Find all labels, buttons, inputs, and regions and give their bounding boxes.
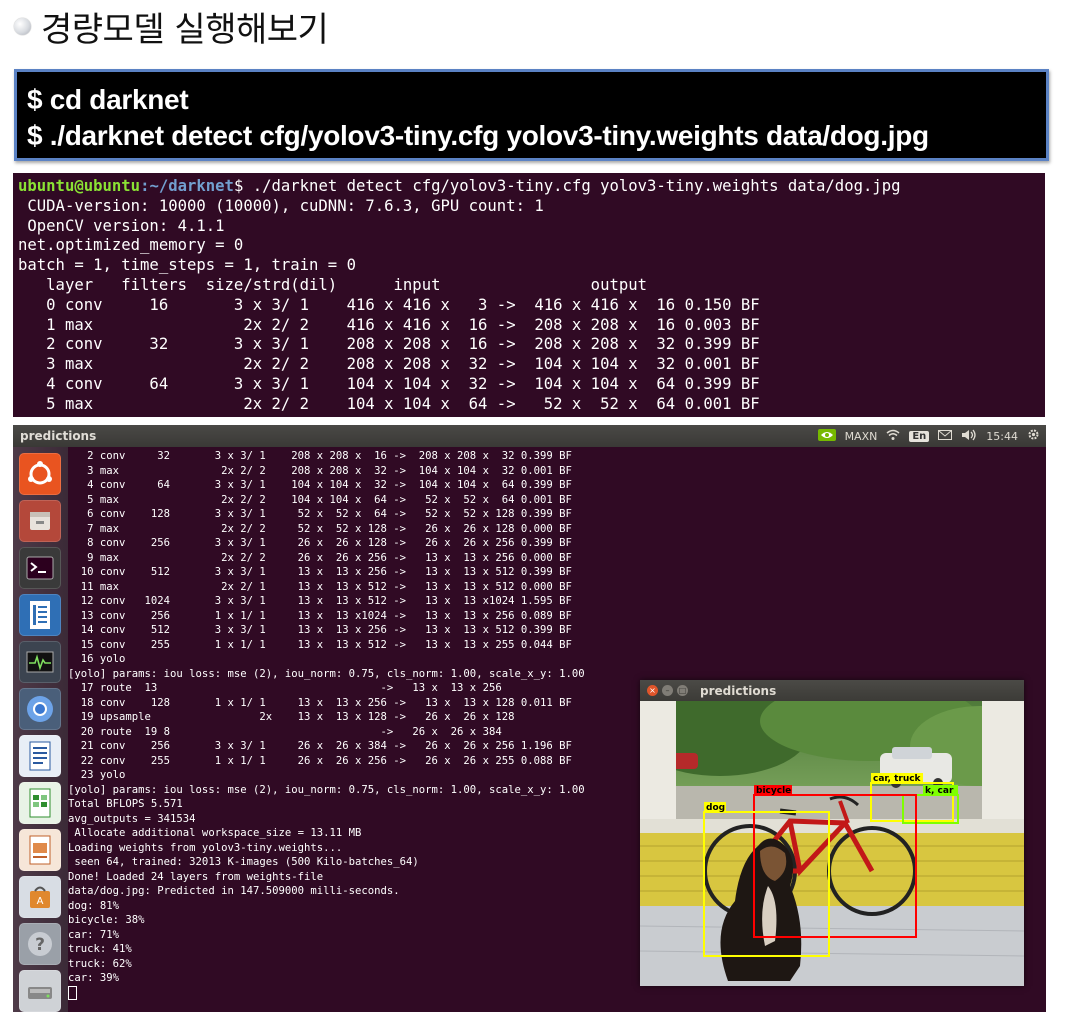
terminal-line: 20 route 19 8 -> 26 x 26 x 384 (68, 725, 502, 738)
nvidia-icon[interactable] (817, 428, 836, 444)
terminal-screenshot-top: ubuntu@ubuntu:~/darknet$ ./darknet detec… (13, 173, 1045, 417)
terminal-line: 2 conv 32 3 x 3/ 1 208 x 208 x 16 -> 208… (18, 335, 760, 354)
terminal-line: 11 max 2x 2/ 1 13 x 13 x 512 -> 13 x 13 … (68, 580, 572, 593)
files-icon[interactable] (19, 500, 61, 542)
active-window-title: predictions (20, 429, 97, 443)
label-bicycle: bicycle (756, 786, 791, 796)
terminal-line: 21 conv 256 3 x 3/ 1 26 x 26 x 384 -> 26… (68, 740, 572, 752)
help-icon[interactable]: ? (19, 923, 61, 965)
impress-icon[interactable] (19, 829, 61, 871)
terminal-line: Total BFLOPS 5.571 (68, 798, 183, 810)
svg-text:?: ? (35, 935, 45, 955)
command-box: $ cd darknet $ ./darknet detect cfg/yolo… (14, 69, 1049, 161)
terminal-line: 6 conv 128 3 x 3/ 1 52 x 52 x 64 -> 52 x… (68, 508, 572, 520)
terminal-line: 7 max 2x 2/ 2 52 x 52 x 128 -> 26 x 26 x… (68, 522, 572, 535)
terminal-line: [yolo] params: iou loss: mse (2), iou_no… (68, 667, 585, 680)
drive-icon[interactable] (19, 970, 61, 1012)
terminal-line: 23 yolo (68, 769, 126, 781)
close-icon[interactable]: × (647, 685, 658, 696)
terminal-line: Done! Loaded 24 layers from weights-file (68, 870, 324, 883)
svg-text:A: A (37, 896, 44, 907)
prediction-image: car, truck k, car bicycle dog (640, 701, 1024, 986)
terminal-line: 1 max 2x 2/ 2 416 x 416 x 16 -> 208 x 20… (18, 315, 760, 334)
terminal-line: 9 max 2x 2/ 2 26 x 26 x 256 -> 13 x 13 x… (68, 551, 572, 564)
terminal-output-top: ubuntu@ubuntu:~/darknet$ ./darknet detec… (13, 173, 1045, 415)
terminal-line: data/dog.jpg: Predicted in 147.509000 mi… (68, 885, 400, 897)
terminal-line: 22 conv 255 1 x 1/ 1 26 x 26 x 256 -> 26… (68, 754, 572, 767)
predictions-title: predictions (700, 683, 777, 698)
terminal-line: 4 conv 64 3 x 3/ 1 104 x 104 x 32 -> 104… (68, 479, 572, 491)
terminal-line: net.optimized_memory = 0 (18, 236, 244, 255)
volume-icon[interactable] (961, 429, 977, 444)
terminal-line: truck: 41% (68, 943, 132, 955)
chromium-icon[interactable] (19, 688, 61, 730)
software-center-icon[interactable]: A (19, 876, 61, 918)
terminal-line: 2 conv 32 3 x 3/ 1 208 x 208 x 16 -> 208… (68, 450, 572, 462)
prompt-user: ubuntu@ubuntu (18, 177, 141, 195)
terminal-line: CUDA-version: 10000 (10000), cuDNN: 7.6.… (18, 196, 544, 215)
terminal-line: 8 conv 256 3 x 3/ 1 26 x 26 x 128 -> 26 … (68, 537, 572, 549)
terminal-line: 3 max 2x 2/ 2 208 x 208 x 32 -> 104 x 10… (68, 464, 572, 477)
terminal-cursor[interactable] (68, 985, 77, 1000)
label-dog: dog (706, 803, 725, 813)
terminal-line: avg_outputs = 341534 (68, 812, 196, 825)
gear-icon[interactable] (1027, 428, 1040, 444)
predictions-titlebar[interactable]: × – □ predictions (640, 680, 1024, 701)
terminal-line: seen 64, trained: 32013 K-images (500 Ki… (68, 856, 419, 868)
terminal-line: batch = 1, time_steps = 1, train = 0 (18, 256, 356, 275)
command-line-detect: $ ./darknet detect cfg/yolov3-tiny.cfg y… (27, 120, 929, 151)
system-monitor-icon[interactable] (19, 641, 61, 683)
terminal-line: 13 conv 256 1 x 1/ 1 13 x 13 x1024 -> 13… (68, 609, 572, 622)
terminal-line: dog: 81% (68, 899, 120, 912)
terminal-line: truck: 62% (68, 957, 132, 970)
top-panel: predictions MAXN En 15:44 (13, 425, 1046, 447)
terminal-icon[interactable] (19, 547, 61, 589)
prompt-command: $ ./darknet detect cfg/yolov3-tiny.cfg y… (233, 177, 901, 195)
terminal-line: 17 route 13 -> 13 x 13 x 256 (68, 682, 502, 694)
label-car-truck: car, truck (873, 774, 922, 784)
terminal-line: OpenCV version: 4.1.1 (18, 216, 225, 235)
terminal-line: 3 max 2x 2/ 2 208 x 208 x 32 -> 104 x 10… (18, 355, 760, 374)
terminal-line: [yolo] params: iou loss: mse (2), iou_no… (68, 783, 585, 796)
writer-icon[interactable] (19, 735, 61, 777)
terminal-line: 0 conv 16 3 x 3/ 1 416 x 416 x 3 -> 416 … (18, 295, 760, 314)
terminal-line: 5 max 2x 2/ 2 104 x 104 x 64 -> 52 x 52 … (68, 493, 572, 506)
keyboard-layout[interactable]: En (909, 430, 930, 442)
terminal-line: Allocate additional workspace_size = 13.… (68, 827, 362, 839)
command-line-cd: $ cd darknet (27, 84, 189, 115)
terminal-line: layer filters size/strd(dil) input outpu… (18, 275, 648, 294)
terminal-line: 12 conv 1024 3 x 3/ 1 13 x 13 x 512 -> 1… (68, 595, 572, 607)
calc-icon[interactable] (19, 782, 61, 824)
terminal-line: Loading weights from yolov3-tiny.weights… (68, 841, 343, 854)
launcher: A ? (13, 447, 68, 1012)
desktop-screenshot: predictions MAXN En 15:44 A ? 2 conv 32 … (13, 425, 1046, 1012)
terminal-line: 18 conv 128 1 x 1/ 1 13 x 13 x 256 -> 13… (68, 696, 572, 709)
slide-title-text: 경량모델 실행해보기 (41, 9, 329, 50)
text-editor-icon[interactable] (19, 594, 61, 636)
terminal-line: car: 71% (68, 928, 120, 941)
predictions-window[interactable]: × – □ predictions car, truck k, car bicy… (640, 680, 1024, 986)
terminal-line: 14 conv 512 3 x 3/ 1 13 x 13 x 256 -> 13… (68, 624, 572, 636)
slide-title: 경량모델 실행해보기 (14, 4, 329, 50)
bullet-icon (14, 17, 31, 35)
label-truck-car: k, car (925, 786, 954, 796)
mail-icon[interactable] (938, 429, 953, 443)
system-tray: MAXN En 15:44 (817, 425, 1040, 447)
terminal-line: 5 max 2x 2/ 2 104 x 104 x 64 -> 52 x 52 … (18, 394, 760, 413)
terminal-line: 15 conv 255 1 x 1/ 1 13 x 13 x 512 -> 13… (68, 638, 572, 651)
wifi-icon[interactable] (886, 429, 900, 444)
clock[interactable]: 15:44 (986, 430, 1018, 443)
terminal-line: bicycle: 38% (68, 914, 145, 926)
terminal-line: 10 conv 512 3 x 3/ 1 13 x 13 x 256 -> 13… (68, 566, 572, 578)
ubuntu-icon[interactable] (19, 453, 61, 495)
terminal-line: 4 conv 64 3 x 3/ 1 104 x 104 x 32 -> 104… (18, 374, 760, 393)
terminal-line: car: 39% (68, 972, 120, 984)
minimize-icon[interactable]: – (662, 685, 673, 696)
network-label[interactable]: MAXN (845, 430, 878, 443)
terminal-line: 19 upsample 2x 13 x 13 x 128 -> 26 x 26 … (68, 711, 515, 723)
terminal-line: 16 yolo (68, 653, 126, 665)
prompt-path: :~/darknet (140, 177, 234, 195)
prediction-image-svg: car, truck k, car bicycle dog (640, 701, 1024, 986)
maximize-icon[interactable]: □ (677, 685, 688, 696)
